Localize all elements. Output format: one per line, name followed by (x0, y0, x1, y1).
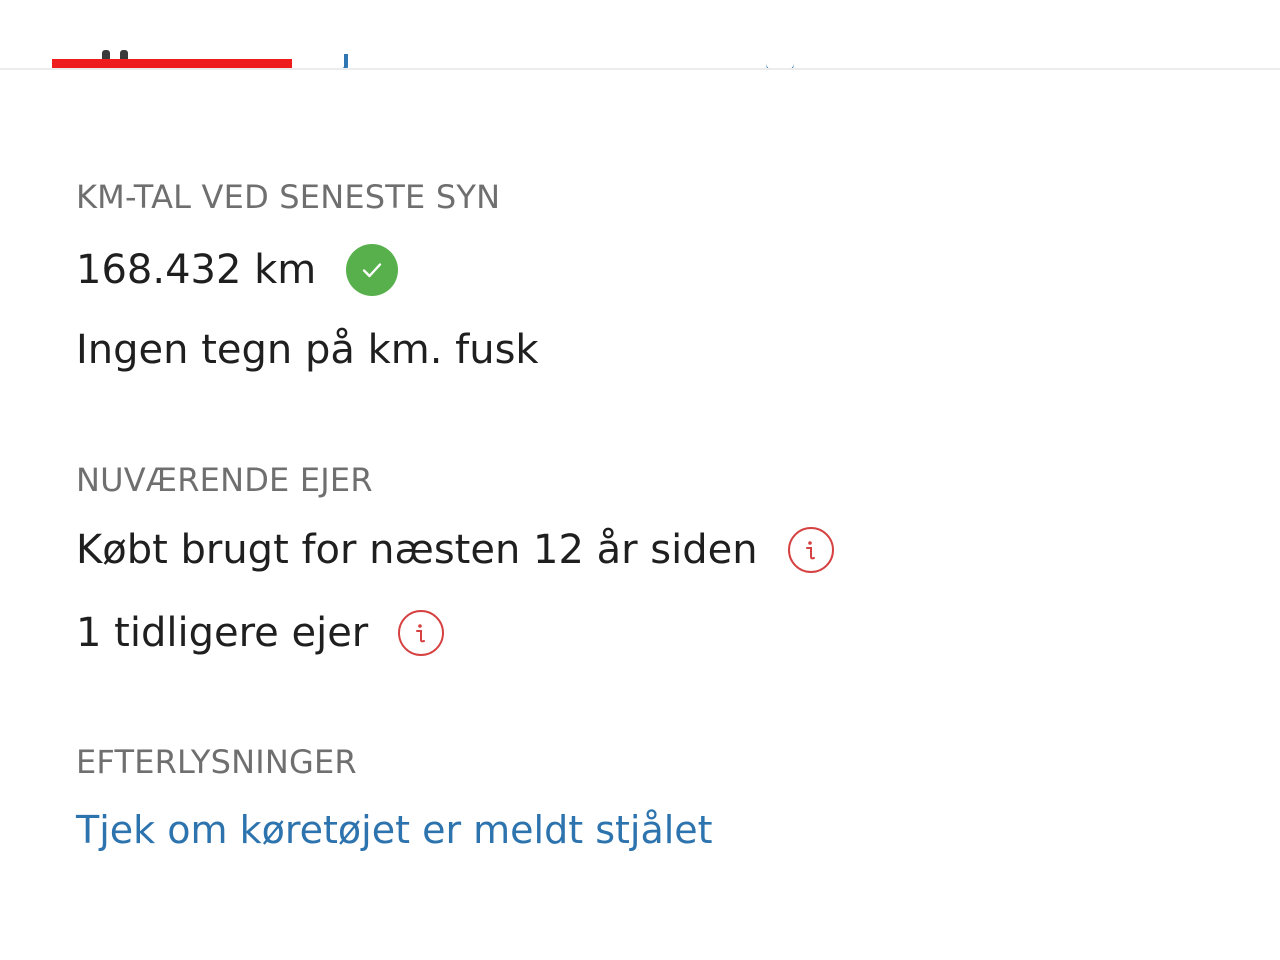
odometer-fraud-status: Ingen tegn på km. fusk (76, 327, 539, 373)
mileage-row: 168.432 km (76, 244, 399, 296)
previous-owners-count: 1 tidligere ejer (76, 610, 369, 656)
tab-label-fragment[interactable] (336, 54, 350, 68)
wanted-section-label: EFTERLYSNINGER (76, 743, 357, 781)
stolen-check-link[interactable]: Tjek om køretøjet er meldt stjålet (76, 808, 713, 852)
tab-label-fragment[interactable] (766, 50, 798, 68)
info-icon[interactable] (787, 527, 834, 573)
tab-bar (0, 0, 1280, 70)
mileage-value: 168.432 km (76, 247, 317, 293)
mileage-note: Ingen tegn på km. fusk (76, 327, 539, 373)
mileage-section-label: KM-TAL VED SENESTE SYN (76, 178, 501, 216)
purchase-row: Købt brugt for næsten 12 år siden (76, 527, 834, 573)
active-tab-indicator (52, 59, 292, 68)
previous-owners-row: 1 tidligere ejer (76, 610, 445, 656)
check-circle-icon (346, 244, 399, 296)
info-icon[interactable] (398, 610, 445, 656)
owner-section-label: NUVÆRENDE EJER (76, 461, 373, 499)
purchase-info: Købt brugt for næsten 12 år siden (76, 527, 758, 573)
vehicle-report-page: KM-TAL VED SENESTE SYN 168.432 km Ingen … (0, 0, 1280, 960)
